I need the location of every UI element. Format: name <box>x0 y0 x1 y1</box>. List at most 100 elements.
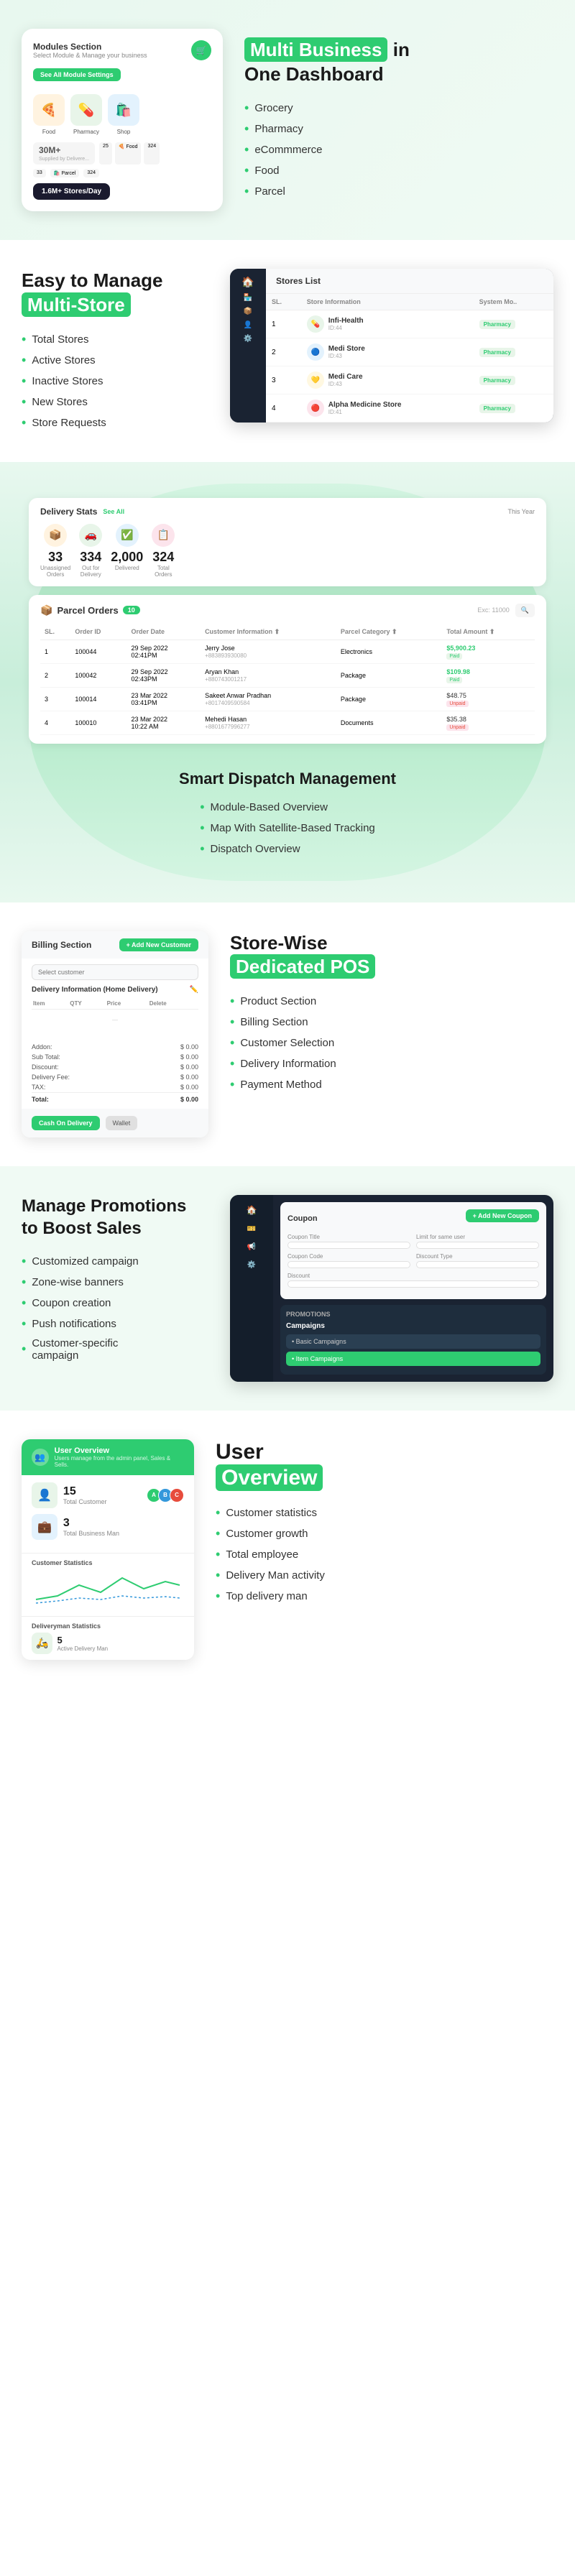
store-icon-3: 💛 <box>307 371 324 389</box>
promo-sidebar-home[interactable]: 🏠 <box>247 1205 257 1215</box>
store-info-3: 💛 Medi Care ID:43 <box>301 366 474 394</box>
store-info-1: 💊 Infi-Health ID:44 <box>301 310 474 338</box>
module-icon-shop[interactable]: 🛍️ Shop <box>108 94 139 135</box>
col-system-mod: System Mo.. <box>474 294 553 310</box>
order-row-3[interactable]: 3 100014 23 Mar 202203:41PM Sakeet Anwar… <box>40 687 535 711</box>
store-icon-1: 💊 <box>307 315 324 333</box>
add-customer-btn[interactable]: + Add New Customer <box>119 938 198 951</box>
edit-delivery-icon[interactable]: ✏️ <box>190 986 198 994</box>
parcel-orders-title: 📦 Parcel Orders 10 <box>40 604 140 617</box>
module-icon-food[interactable]: 🍕 Food <box>33 94 65 135</box>
store-icon-4: 🔴 <box>307 400 324 417</box>
campaigns-label: Campaigns <box>286 1322 540 1330</box>
col-sl: SL. <box>266 294 301 310</box>
unassigned-num: 33 <box>48 550 63 565</box>
highlight-multi-business: Multi Business <box>244 37 387 62</box>
stat-delivered: ✅ 2,000 Delivered <box>111 524 143 578</box>
delivered-label: Delivered <box>115 565 139 571</box>
promo-sidebar: 🏠 🎫 📢 ⚙️ <box>230 1195 273 1382</box>
order-customer-3: Sakeet Anwar Pradhan+8017409590584 <box>201 687 336 711</box>
store-row-2[interactable]: 2 🔵 Medi Store ID:43 Phar <box>266 338 553 366</box>
customer-icon-box: 👤 <box>32 1482 58 1508</box>
promo-layout: 🏠 🎫 📢 ⚙️ Coupon + Add New Coupon <box>230 1195 553 1382</box>
section-user-overview: 👥 User Overview Users manage from the ad… <box>0 1411 575 1689</box>
coupon-code-input[interactable] <box>288 1261 410 1268</box>
bullet-zone-banners: Zone-wise banners <box>22 1272 208 1293</box>
coupon-discount-field: Discount <box>288 1273 539 1288</box>
bullet-customer-specific: Customer-specificcampaign <box>22 1334 208 1365</box>
dedicated-pos-highlight: Dedicated POS <box>230 954 375 979</box>
th-sl: SL. <box>40 624 70 640</box>
promo-sidebar-coupon[interactable]: 🎫 <box>247 1225 256 1233</box>
basic-campaigns-item[interactable]: • Basic Campaigns <box>286 1334 540 1349</box>
delivery-icon: 🚗 <box>79 524 102 547</box>
pos-feature-list: Product Section Billing Section Customer… <box>230 991 553 1095</box>
billing-card-header: Billing Section + Add New Customer <box>22 931 208 959</box>
order-customer-1: Jerry Jose+883893930080 <box>201 640 336 663</box>
bullet-push-notifications: Push notifications <box>22 1314 208 1334</box>
bullet-parcel: Parcel <box>244 181 553 202</box>
module-card: Modules Section Select Module & Manage y… <box>22 29 223 211</box>
order-amount-3: $48.75Unpaid <box>442 687 535 711</box>
dispatch-bullet-3: Dispatch Overview <box>200 839 375 859</box>
item-campaigns-item[interactable]: • Item Campaigns <box>286 1352 540 1366</box>
parcel-orders-table: SL. Order ID Order Date Customer Informa… <box>40 624 535 735</box>
see-all-label[interactable]: See All Module Settings <box>33 68 121 81</box>
user-overview-main-title: User Overview <box>216 1439 553 1491</box>
customer-icon: 👤 <box>37 1490 52 1502</box>
col-delete: Delete <box>148 998 198 1010</box>
col-qty: QTY <box>68 998 105 1010</box>
order-category-1: Electronics <box>336 640 442 663</box>
customer-select[interactable] <box>32 964 198 980</box>
dark-sidebar: 🏠 🏪 📦 👤 ⚙️ <box>230 269 266 423</box>
bullet-customer-stats: Customer statistics <box>216 1502 553 1523</box>
order-amount-2: $109.98Paid <box>442 663 535 687</box>
deliveryman-section: Deliveryman Statistics 🛵 5 Active Delive… <box>22 1616 194 1660</box>
multi-store-text: Easy to Manage Multi-Store Total Stores … <box>22 269 208 433</box>
order-id-3: 100014 <box>70 687 126 711</box>
store-row-3[interactable]: 3 💛 Medi Care ID:43 Pharm <box>266 366 553 394</box>
stores-table: SL. Store Information System Mo.. 1 💊 <box>266 294 553 423</box>
sidebar-icon-store: 🏪 <box>234 294 262 302</box>
dispatch-stats-card: Delivery Stats See All This Year 📦 33 Un… <box>29 498 546 586</box>
total-business-num: 3 <box>63 1517 119 1530</box>
cash-on-delivery-btn[interactable]: Cash On Delivery <box>32 1116 100 1130</box>
store-info-4: 🔴 Alpha Medicine Store ID:41 <box>301 394 474 423</box>
coupon-title-input[interactable] <box>288 1242 410 1249</box>
order-row-2[interactable]: 2 100042 29 Sep 202202:43PM Aryan Khan+8… <box>40 663 535 687</box>
store-list-header: Stores List <box>266 269 553 294</box>
add-coupon-btn[interactable]: + Add New Coupon <box>466 1209 539 1222</box>
store-badge-4: Pharmacy <box>474 394 553 423</box>
discount-type-select[interactable] <box>416 1261 539 1268</box>
coupon-discount-input[interactable] <box>288 1280 539 1288</box>
store-list-inner: Stores List SL. Store Information System… <box>266 269 553 423</box>
promo-title: Manage Promotionsto Boost Sales <box>22 1195 208 1239</box>
wallet-btn[interactable]: Wallet <box>106 1116 138 1130</box>
exc-text: Exc: 11000 <box>477 606 509 614</box>
coupon-title-field: Coupon Title <box>288 1234 410 1249</box>
pharmacy-label: Pharmacy <box>73 129 99 135</box>
bullet-billing-section: Billing Section <box>230 1012 553 1033</box>
stat-numbers: 25 🍕 Food 324 <box>99 142 160 165</box>
order-row-4[interactable]: 4 100010 23 Mar 202210:22 AM Mehedi Hasa… <box>40 711 535 734</box>
parcel-orders-header: 📦 Parcel Orders 10 Exc: 11000 🔍 <box>40 604 535 617</box>
see-all-dispatch[interactable]: See All <box>103 508 124 515</box>
coupon-title: Coupon <box>288 1214 318 1223</box>
order-row-1[interactable]: 1 100044 29 Sep 202202:41PM Jerry Jose+8… <box>40 640 535 663</box>
search-box[interactable]: 🔍 <box>515 604 535 617</box>
module-icon-pharmacy[interactable]: 💊 Pharmacy <box>70 94 102 135</box>
empty-state: — <box>32 1009 198 1030</box>
billing-totals: Addon: $ 0.00 Sub Total: $ 0.00 Discount… <box>22 1038 208 1109</box>
store-row-1[interactable]: 1 💊 Infi-Health ID:44 Pha <box>266 310 553 338</box>
store-info-2: 🔵 Medi Store ID:43 <box>301 338 474 366</box>
coupon-limit-input[interactable] <box>416 1242 539 1249</box>
billing-tax: TAX: $ 0.00 <box>32 1082 198 1092</box>
payment-methods: Cash On Delivery Wallet <box>22 1109 208 1137</box>
bullet-store-requests: Store Requests <box>22 412 208 433</box>
section-dispatch: Delivery Stats See All This Year 📦 33 Un… <box>0 462 575 902</box>
multi-store-highlight: Multi-Store <box>22 292 131 317</box>
business-icon: 💼 <box>37 1521 52 1533</box>
promo-sidebar-promo[interactable]: 📢 <box>247 1243 256 1251</box>
store-row-4[interactable]: 4 🔴 Alpha Medicine Store ID:41 <box>266 394 553 423</box>
promo-sidebar-more[interactable]: ⚙️ <box>247 1261 256 1269</box>
